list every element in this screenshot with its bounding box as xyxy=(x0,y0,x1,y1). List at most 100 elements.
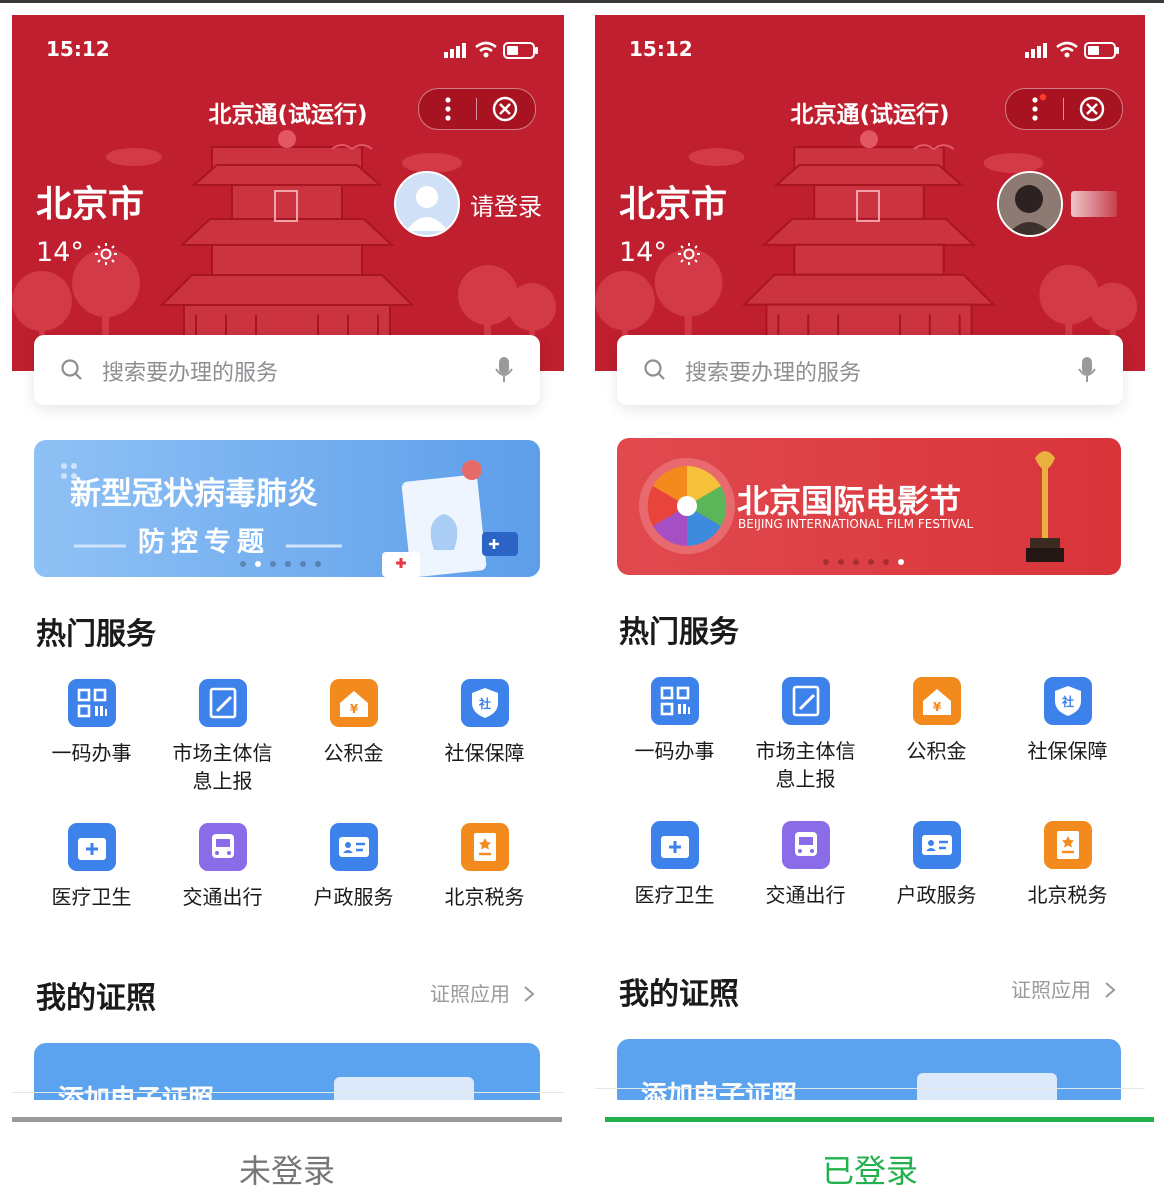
miniapp-capsule xyxy=(1005,88,1123,130)
signal-wifi-battery-icon xyxy=(444,41,538,59)
hot-services-title: 热门服务 xyxy=(36,617,156,652)
logged-out-indicator xyxy=(12,1117,562,1122)
service-market-report[interactable]: 市场主体信 息上报 xyxy=(740,677,871,793)
service-tax[interactable]: 北京税务 xyxy=(419,823,550,911)
service-label: 北京税务 xyxy=(1027,883,1108,907)
avatar-placeholder[interactable] xyxy=(394,171,460,237)
svg-text:¥: ¥ xyxy=(349,702,358,716)
carousel-dot[interactable] xyxy=(853,559,859,565)
service-label: 公积金 xyxy=(906,739,967,763)
edit-document-icon xyxy=(781,677,830,725)
qrcode-icon xyxy=(650,677,699,725)
user-avatar-photo[interactable] xyxy=(997,171,1063,237)
more-dots-icon xyxy=(1032,93,1047,121)
service-social-security[interactable]: 社社保保障 xyxy=(1002,677,1133,765)
hot-services-title: 热门服务 xyxy=(619,615,739,650)
banner-covid[interactable]: 新型冠状病毒肺炎 防控专题 xyxy=(34,440,540,577)
search-bar[interactable]: 搜索要办理的服务 xyxy=(617,335,1123,405)
more-button[interactable] xyxy=(419,89,477,129)
search-bar[interactable]: 搜索要办理的服务 xyxy=(34,335,540,405)
carousel-dot[interactable] xyxy=(255,561,261,567)
carousel-dot[interactable] xyxy=(285,561,291,567)
service-label: 医疗卫生 xyxy=(634,883,715,907)
more-dots-icon xyxy=(445,97,451,121)
miniapp-capsule xyxy=(418,88,536,130)
service-label: 社保保障 xyxy=(444,741,525,765)
tax-document-icon xyxy=(460,823,509,871)
carousel-dot[interactable] xyxy=(898,559,904,565)
service-label: 一码办事 xyxy=(634,739,715,763)
banner-film-festival[interactable]: 北京国际电影节 BEIJING INTERNATIONAL FILM FESTI… xyxy=(617,438,1121,575)
status-bar: 15:12 xyxy=(46,35,540,63)
cert-apps-link[interactable]: 证照应用 xyxy=(1011,974,1117,1003)
city-name: 北京市 xyxy=(619,184,728,225)
service-health[interactable]: 医疗卫生 xyxy=(609,821,740,909)
carousel-dot[interactable] xyxy=(270,561,276,567)
service-health[interactable]: 医疗卫生 xyxy=(26,823,157,911)
service-social-security[interactable]: 社社保保障 xyxy=(419,679,550,767)
sunny-icon xyxy=(678,242,701,265)
weather: 14° xyxy=(36,237,118,268)
id-card-icon xyxy=(912,821,961,869)
my-certificates-title: 我的证照 xyxy=(619,977,739,1012)
service-code[interactable]: 一码办事 xyxy=(609,677,740,765)
status-bar: 15:12 xyxy=(629,35,1121,63)
panel-logged-in: 15:12 北京通(试运行) 北京市 14° 搜索要办理的服务 北京国际电影节 … xyxy=(595,15,1145,1100)
microphone-icon[interactable] xyxy=(494,355,514,385)
microphone-icon[interactable] xyxy=(1077,355,1097,385)
carousel-dot[interactable] xyxy=(838,559,844,565)
service-housing-fund[interactable]: ¥ 公积金 xyxy=(871,677,1002,765)
panel-logged-out: 15:12 北京通(试运行) 北京市 14° 请登录 搜索要办理的服务 新型冠状… xyxy=(12,15,564,1100)
house-yuan-icon: ¥ xyxy=(912,677,961,725)
more-button[interactable] xyxy=(1006,89,1064,129)
logged-in-indicator xyxy=(605,1117,1154,1122)
close-button[interactable] xyxy=(477,89,535,129)
medical-kit-icon xyxy=(650,821,699,869)
service-household[interactable]: 户政服务 xyxy=(288,823,419,911)
certificate-card-illustration xyxy=(334,1077,474,1100)
carousel-dots[interactable] xyxy=(823,559,904,565)
svg-text:社: 社 xyxy=(1060,694,1073,709)
carousel-dot[interactable] xyxy=(823,559,829,565)
logged-out-caption: 未登录 xyxy=(238,1152,335,1190)
house-yuan-icon: ¥ xyxy=(329,679,378,727)
search-placeholder: 搜索要办理的服务 xyxy=(685,361,862,386)
search-icon xyxy=(644,359,665,380)
close-button[interactable] xyxy=(1064,89,1122,129)
service-transport[interactable]: 交通出行 xyxy=(157,823,288,911)
carousel-dot[interactable] xyxy=(315,561,321,567)
banner-subtitle: BEIJING INTERNATIONAL FILM FESTIVAL xyxy=(738,517,974,531)
service-code[interactable]: 一码办事 xyxy=(26,679,157,767)
medical-kit-icon xyxy=(67,823,116,871)
svg-text:社: 社 xyxy=(477,696,490,711)
temperature: 14° xyxy=(619,237,667,268)
service-market-report[interactable]: 市场主体信 息上报 xyxy=(157,679,288,795)
carousel-dot[interactable] xyxy=(240,561,246,567)
city-name: 北京市 xyxy=(36,184,145,225)
service-label: 社保保障 xyxy=(1027,739,1108,763)
service-housing-fund[interactable]: ¥ 公积金 xyxy=(288,679,419,767)
carousel-dots[interactable] xyxy=(240,561,321,567)
service-label: 交通出行 xyxy=(182,885,263,909)
add-certificate-card[interactable]: 添加电子证照 xyxy=(617,1039,1121,1100)
cert-apps-label: 证照应用 xyxy=(1011,978,1091,1002)
carousel-dot[interactable] xyxy=(300,561,306,567)
close-circle-icon xyxy=(492,96,518,122)
hero-header: 15:12 北京通(试运行) 北京市 14° xyxy=(12,15,564,371)
svg-text:¥: ¥ xyxy=(932,700,941,714)
search-placeholder: 搜索要办理的服务 xyxy=(102,361,279,386)
add-certificate-label: 添加电子证照 xyxy=(58,1085,215,1100)
carousel-dot[interactable] xyxy=(883,559,889,565)
tabbar-divider xyxy=(595,1088,1145,1089)
login-link[interactable]: 请登录 xyxy=(470,187,542,222)
banner-subtitle: 防控专题 xyxy=(138,527,270,558)
service-label: 户政服务 xyxy=(313,885,394,909)
service-household[interactable]: 户政服务 xyxy=(871,821,1002,909)
certificate-card-illustration xyxy=(917,1073,1057,1100)
carousel-dot[interactable] xyxy=(868,559,874,565)
service-tax[interactable]: 北京税务 xyxy=(1002,821,1133,909)
service-label: 公积金 xyxy=(323,741,384,765)
cert-apps-link[interactable]: 证照应用 xyxy=(430,978,536,1007)
service-transport[interactable]: 交通出行 xyxy=(740,821,871,909)
shield-icon: 社 xyxy=(460,679,509,727)
